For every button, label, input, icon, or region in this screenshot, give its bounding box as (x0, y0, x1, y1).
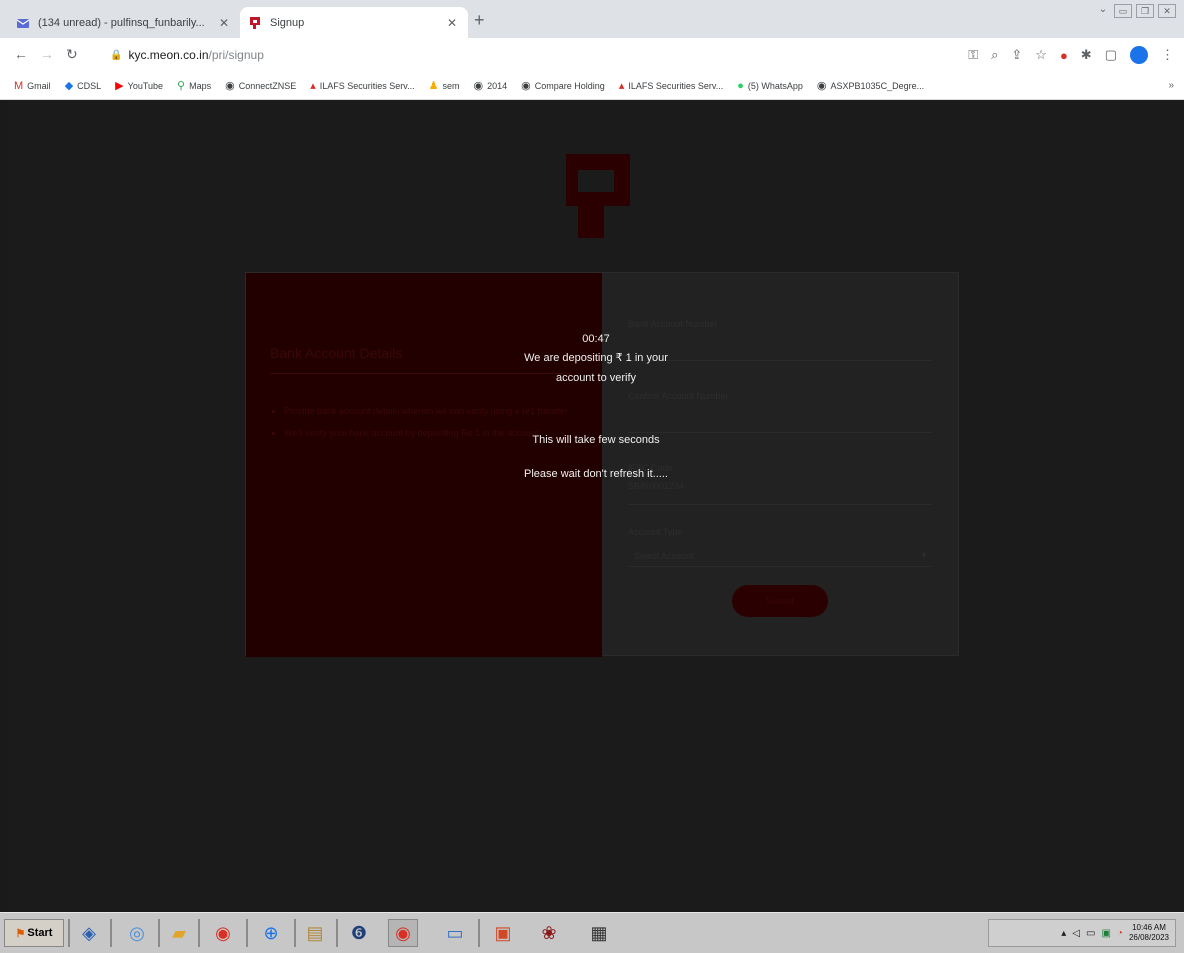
chrome-icon[interactable]: ◉ (208, 919, 238, 947)
menu-dots-icon[interactable]: ⋮ (1161, 47, 1174, 63)
extension-red-icon[interactable]: ● (1060, 48, 1068, 63)
deposit-message-line2: account to verify (555, 372, 637, 384)
divider (68, 919, 70, 947)
verification-overlay: 00:47 We are depositing ₹ 1 in your acco… (8, 100, 1184, 912)
divider (110, 919, 112, 947)
bookmarks-bar: M Gmail ◆ CDSL ▶ YouTube ⚲ Maps ◉ ConnectZNSE… (0, 72, 1184, 100)
clock[interactable]: 10:46 AM 26/08/2023 (1129, 923, 1169, 943)
clock-time: 10:46 AM (1132, 923, 1166, 932)
folder-icon[interactable]: ▰ (164, 919, 194, 947)
divider (294, 919, 296, 947)
window-controls: ⌄ ▭ ❐ ✕ (1096, 4, 1176, 18)
puzzle-icon[interactable]: ✱ (1081, 47, 1092, 63)
green-app-icon[interactable]: ▣ (1101, 928, 1110, 939)
bookmark-whatsapp[interactable]: ● (5) WhatsApp (737, 80, 803, 92)
powerpoint-icon[interactable]: ▣ (488, 919, 518, 947)
start-button[interactable]: ⚑ Start (4, 919, 64, 947)
globe-icon: ◉ (816, 80, 827, 92)
cdsl-icon: ◆ (64, 80, 74, 92)
bookmark-2014[interactable]: ◉ 2014 (474, 79, 508, 92)
system-tray: ▴ ◁ ▭ ▣ ◔ 10:46 AM 26/08/2023 (988, 919, 1176, 947)
tab-title: (134 unread) - pulfinsq_funbarily... (38, 16, 205, 29)
wait-message: This will take few seconds (532, 434, 660, 446)
app-swirl-icon[interactable]: ❀ (534, 919, 564, 947)
gmail-icon (16, 18, 30, 28)
windows-flag-icon: ⚑ (15, 927, 26, 940)
red-app-icon[interactable]: ◔ (1117, 928, 1123, 939)
tab-strip: (134 unread) - pulfinsq_funbarily... ✕ S… (0, 0, 1184, 38)
browser-toolbar: ← → ↻ 🔒 kyc.meon.co.in/pri/signup ⚿ ⌕ ⇪ … (0, 38, 1184, 72)
media-icon[interactable]: ❻ (344, 919, 374, 947)
forward-icon[interactable]: → (40, 46, 54, 62)
bookmark-compare[interactable]: ◉ Compare Holding (521, 79, 605, 92)
calculator-icon[interactable]: ▦ (584, 919, 614, 947)
whatsapp-icon: ● (737, 79, 744, 92)
network-icon[interactable]: ⊕ (256, 919, 286, 947)
bookmark-ilfs-1[interactable]: ▴ ILAFS Securities Serv... (310, 79, 414, 92)
bookmarks-more-button[interactable]: » (1168, 80, 1174, 91)
bookmark-maps[interactable]: ⚲ Maps (177, 79, 211, 92)
arrow-icon[interactable]: ▴ (1061, 928, 1066, 939)
bookmark-gmail[interactable]: M Gmail (14, 80, 51, 92)
close-window-icon[interactable]: ✕ (1158, 4, 1176, 18)
clock-date: 26/08/2023 (1128, 933, 1169, 942)
globe-icon: ◉ (473, 80, 484, 92)
key-icon[interactable]: ⚿ (968, 47, 978, 63)
divider (158, 919, 160, 947)
meon-logo-icon (250, 16, 260, 29)
maps-pin-icon: ⚲ (177, 80, 186, 92)
tab-close-icon[interactable]: ✕ (216, 16, 232, 30)
star-icon[interactable]: ☆ (1035, 47, 1047, 63)
youtube-icon: ▶ (115, 80, 124, 92)
no-refresh-message: Please wait don't refresh it..... (524, 468, 668, 480)
bookmark-connect[interactable]: ◉ ConnectZNSE (225, 79, 296, 92)
tab-gmail[interactable]: (134 unread) - pulfinsq_funbarily... ✕ (8, 7, 240, 38)
bookmark-cdsl[interactable]: ◆ CDSL (65, 79, 101, 92)
ilfs-icon: ▴ (310, 80, 316, 92)
taskbar: ⚑ Start ◈ ◎ ▰ ◉ ⊕ ▤ ❻ ◉ ▭ ▣ ❀ ▦ ▴ ◁ ▭ ▣ ◔… (0, 912, 1184, 953)
lock-icon: 🔒 (110, 49, 123, 61)
volume-icon[interactable]: ◁ (1072, 928, 1080, 939)
address-bar[interactable]: 🔒 kyc.meon.co.in/pri/signup (110, 43, 910, 67)
sidepanel-icon[interactable]: ▢ (1105, 47, 1117, 63)
zoom-icon[interactable]: ⌕ (991, 47, 998, 63)
tab-signup[interactable]: Signup ✕ (240, 7, 468, 38)
tab-close-icon[interactable]: ✕ (444, 16, 460, 30)
deposit-message-line1: We are depositing ₹ 1 in your (524, 352, 668, 364)
globe-icon: ◉ (521, 80, 531, 92)
bookmark-ilfs-2[interactable]: ▴ ILAFS Securities Serv... (619, 79, 723, 92)
network-tray-icon[interactable]: ▭ (1086, 928, 1095, 939)
bookmark-sem[interactable]: ♟ sem (429, 79, 460, 92)
ie-icon[interactable]: ◎ (122, 919, 152, 947)
gmail-icon: M (14, 79, 24, 92)
divider (478, 919, 480, 947)
chrome-active-icon[interactable]: ◉ (388, 919, 418, 947)
new-tab-button[interactable]: + (474, 10, 485, 31)
nav-diamond-icon[interactable]: ◈ (74, 919, 104, 947)
reload-icon[interactable]: ↻ (66, 46, 78, 63)
ilfs-icon: ▴ (618, 80, 625, 92)
window-icon[interactable]: ▭ (440, 919, 470, 947)
divider (246, 919, 248, 947)
divider (198, 919, 200, 947)
profile-avatar[interactable] (1130, 46, 1148, 64)
chevron-down-icon[interactable]: ⌄ (1096, 4, 1110, 18)
globe-icon: ◉ (225, 80, 235, 92)
url-host: kyc.meon.co.in (128, 48, 209, 62)
tab-title: Signup (270, 16, 305, 29)
notepad-icon[interactable]: ▤ (300, 919, 330, 947)
share-icon[interactable]: ⇪ (1011, 47, 1022, 63)
divider (336, 919, 338, 947)
url-path: /pri/signup (208, 48, 264, 62)
back-icon[interactable]: ← (14, 46, 28, 62)
toolbar-icons: ⚿ ⌕ ⇪ ☆ ● ✱ ▢ ⋮ (968, 46, 1174, 64)
bookmark-asxpb[interactable]: ◉ ASXPB1035C_Degre... (817, 79, 924, 92)
bookmark-youtube[interactable]: ▶ YouTube (115, 79, 163, 92)
page-viewport: Bank Account Details Provide bank accoun… (8, 100, 1184, 912)
person-icon: ♟ (428, 80, 439, 92)
restore-icon[interactable]: ❐ (1136, 4, 1154, 18)
countdown-timer: 00:47 (582, 333, 610, 345)
minimize-icon[interactable]: ▭ (1114, 4, 1132, 18)
